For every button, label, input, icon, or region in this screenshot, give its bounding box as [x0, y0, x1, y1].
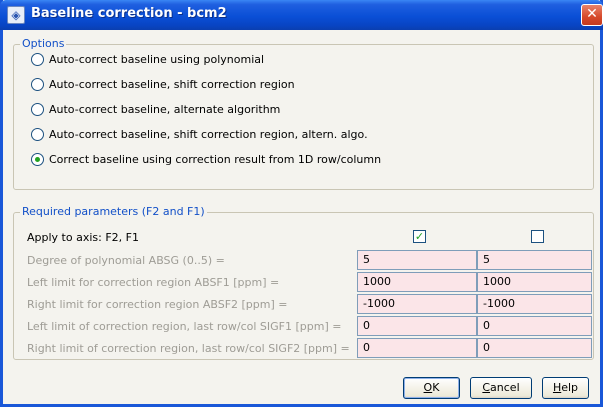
- params-group-title: Required parameters (F2 and F1): [20, 205, 207, 218]
- sigf2-f1-field[interactable]: 0: [477, 338, 592, 358]
- app-icon: ◈: [7, 6, 25, 24]
- options-group-title: Options: [20, 37, 67, 50]
- ok-mnemonic: O: [423, 381, 433, 394]
- ok-button[interactable]: OK: [403, 377, 460, 399]
- window-title: Baseline correction - bcm2: [31, 6, 227, 21]
- absg-f1-field[interactable]: 5: [477, 250, 592, 270]
- option-label: Auto-correct baseline, shift correction …: [49, 78, 295, 91]
- absf2-f1-field[interactable]: -1000: [477, 294, 592, 314]
- cancel-mnemonic: C: [482, 381, 491, 394]
- required-parameters-group: Required parameters (F2 and F1) Apply to…: [13, 205, 594, 360]
- radio-button[interactable]: [31, 53, 44, 66]
- option-label: Auto-correct baseline using polynomial: [49, 53, 265, 66]
- param-label-absg: Degree of polynomial ABSG (0..5) =: [27, 254, 225, 267]
- cancel-label: ancel: [490, 381, 520, 394]
- sigf1-f2-field[interactable]: 0: [357, 316, 477, 336]
- param-label-absf2: Right limit for correction region ABSF2 …: [27, 298, 288, 311]
- absf1-f2-field[interactable]: 1000: [357, 272, 477, 292]
- help-button[interactable]: Help: [542, 377, 589, 399]
- close-icon[interactable]: ✕: [581, 4, 603, 26]
- help-mnemonic: H: [552, 381, 562, 394]
- sigf1-f1-field[interactable]: 0: [477, 316, 592, 336]
- apply-f1-checkbox[interactable]: [531, 230, 544, 243]
- apply-f2-checkbox[interactable]: ✓: [413, 230, 426, 243]
- radio-button[interactable]: [31, 128, 44, 141]
- cancel-button[interactable]: Cancel: [470, 377, 532, 399]
- absf2-f2-field[interactable]: -1000: [357, 294, 477, 314]
- option-shift-region[interactable]: Auto-correct baseline, shift correction …: [31, 78, 295, 91]
- option-correct-from-1d[interactable]: Correct baseline using correction result…: [31, 153, 381, 166]
- options-group: Options Auto-correct baseline using poly…: [13, 37, 594, 190]
- absg-f2-field[interactable]: 5: [357, 250, 477, 270]
- title-bar[interactable]: ◈ Baseline correction - bcm2 ✕: [0, 0, 603, 30]
- sigf2-f2-field[interactable]: 0: [357, 338, 477, 358]
- option-label: Auto-correct baseline, shift correction …: [49, 128, 368, 141]
- param-label-sigf1: Left limit of correction region, last ro…: [27, 320, 342, 333]
- help-label: elp: [561, 381, 579, 394]
- apply-axis-label: Apply to axis: F2, F1: [27, 231, 139, 244]
- ok-label: K: [432, 381, 440, 394]
- radio-button[interactable]: [31, 103, 44, 116]
- param-label-sigf2: Right limit of correction region, last r…: [27, 342, 350, 355]
- radio-button[interactable]: [31, 78, 44, 91]
- option-shift-region-alternate[interactable]: Auto-correct baseline, shift correction …: [31, 128, 368, 141]
- option-alternate-algorithm[interactable]: Auto-correct baseline, alternate algorit…: [31, 103, 280, 116]
- param-label-absf1: Left limit for correction region ABSF1 […: [27, 276, 280, 289]
- baseline-correction-dialog: ◈ Baseline correction - bcm2 ✕ Options A…: [0, 0, 603, 407]
- option-polynomial[interactable]: Auto-correct baseline using polynomial: [31, 53, 264, 66]
- radio-button-selected[interactable]: [31, 153, 44, 166]
- option-label: Correct baseline using correction result…: [49, 153, 382, 166]
- absf1-f1-field[interactable]: 1000: [477, 272, 592, 292]
- option-label: Auto-correct baseline, alternate algorit…: [49, 103, 281, 116]
